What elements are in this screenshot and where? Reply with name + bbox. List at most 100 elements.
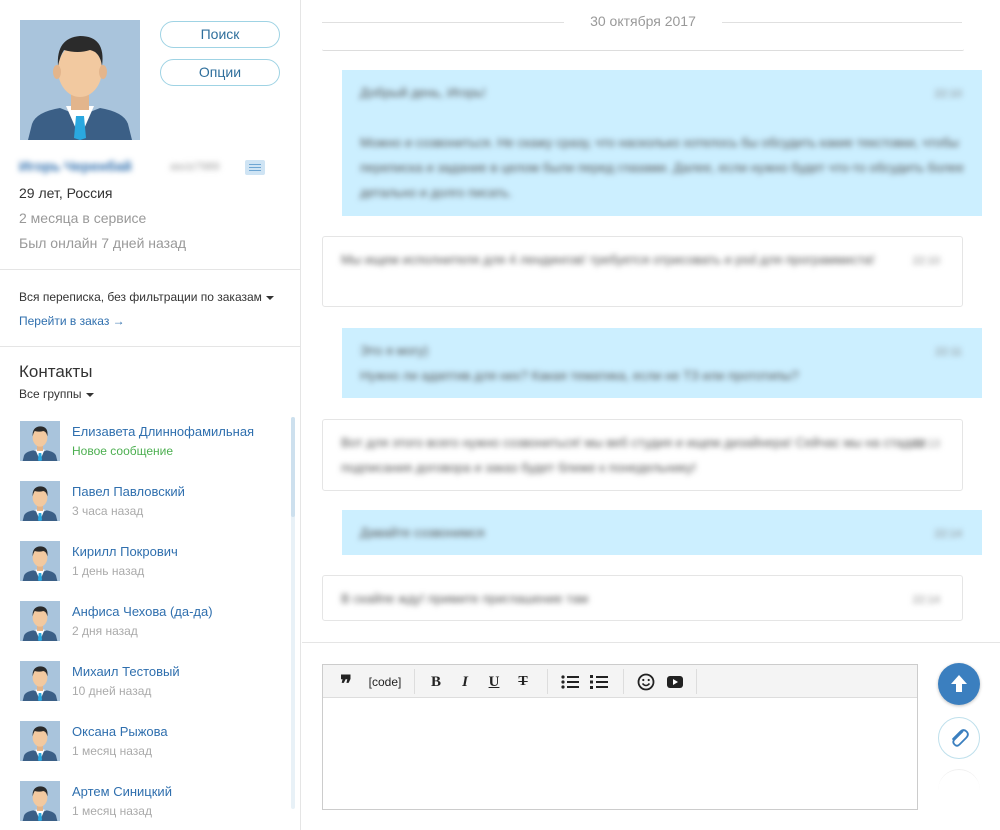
contact-avatar	[20, 601, 60, 641]
scrollbar-thumb[interactable]	[291, 417, 295, 517]
messenger-app: Поиск Опции Игорь Черенбай asciz7989 29 …	[0, 0, 1000, 830]
code-button[interactable]: [code]	[363, 671, 407, 693]
profile-age-country: 29 лет, Россия	[19, 185, 113, 201]
divider-line	[722, 22, 962, 23]
caret-down-icon	[265, 295, 274, 300]
divider-line	[322, 22, 564, 23]
note-icon[interactable]	[245, 160, 265, 175]
contact-item[interactable]: Павел Павловский 3 часа назад	[20, 478, 280, 521]
extra-action-button[interactable]	[938, 769, 980, 811]
avatar	[20, 20, 140, 140]
options-button[interactable]: Опции	[160, 59, 280, 86]
message-outgoing: Это я могу) Нужно ли адаптив для них? Ка…	[342, 328, 982, 398]
contact-status: 2 дня назад	[72, 624, 138, 638]
sidebar: Поиск Опции Игорь Черенбай asciz7989 29 …	[0, 0, 301, 830]
contacts-scrollbar[interactable]	[291, 417, 295, 809]
groups-dropdown[interactable]: Все группы	[19, 387, 94, 401]
contact-status: 1 месяц назад	[72, 804, 152, 818]
italic-button[interactable]: I	[456, 671, 474, 693]
message-editor: ❞ [code] B I U T	[322, 664, 918, 810]
filter-block: Вся переписка, без фильтрации по заказам…	[0, 271, 300, 347]
contact-item[interactable]: Артем Синицкий 1 месяц назад	[20, 778, 280, 821]
smile-icon[interactable]	[636, 671, 656, 693]
message-incoming: Мы ищем исполнителя для 4 лендингов! тре…	[322, 236, 963, 307]
toolbar-divider	[696, 669, 697, 694]
message-time: 22:14	[934, 528, 962, 540]
underline-button[interactable]: U	[485, 671, 503, 693]
contact-name: Артем Синицкий	[72, 784, 172, 799]
toolbar-divider	[414, 669, 415, 694]
bold-button[interactable]: B	[427, 671, 445, 693]
avatar-image	[20, 20, 140, 140]
contact-item[interactable]: Кирилл Покрович 1 день назад	[20, 538, 280, 581]
contact-status: 10 дней назад	[72, 684, 152, 698]
contact-avatar	[20, 481, 60, 521]
contact-name: Павел Павловский	[72, 484, 185, 499]
contact-name: Оксана Рыжова	[72, 724, 168, 739]
message-text: Добрый день, Игорь! Можно и созвониться.…	[360, 85, 964, 200]
message-incoming: В скайпе жду! примите приглашение там 22…	[322, 575, 963, 621]
contacts-list: Елизавета Длиннофамильная Новое сообщени…	[0, 415, 300, 830]
message-text: В скайпе жду! примите приглашение там	[341, 591, 589, 606]
contact-name: Кирилл Покрович	[72, 544, 178, 559]
contact-name: Елизавета Длиннофамильная	[72, 424, 255, 439]
contact-item[interactable]: Анфиса Чехова (да-да) 2 дня назад	[20, 598, 280, 641]
contact-avatar	[20, 721, 60, 761]
contacts-title: Контакты	[19, 362, 93, 381]
contact-status: 1 день назад	[72, 564, 145, 578]
go-to-order-link[interactable]: Перейти в заказ →	[19, 314, 125, 328]
attach-button[interactable]	[938, 717, 980, 759]
message-outgoing: Давайте созвонимся 22:14	[342, 510, 982, 555]
profile-service-time: 2 месяца в сервисе	[19, 210, 147, 226]
caret-down-icon	[85, 392, 94, 397]
contact-avatar	[20, 781, 60, 821]
profile-name[interactable]: Игорь Черенбай	[19, 158, 132, 174]
send-button[interactable]	[938, 663, 980, 705]
search-button[interactable]: Поиск	[160, 21, 280, 48]
message-time: 22:10	[912, 255, 940, 267]
message-text: Это я могу) Нужно ли адаптив для них? Ка…	[360, 343, 799, 383]
message-text: Мы ищем исполнителя для 4 лендингов! тре…	[341, 252, 875, 267]
message-time: 22:10	[934, 88, 962, 100]
editor-toolbar: ❞ [code] B I U T	[323, 665, 917, 698]
contact-name: Михаил Тестовый	[72, 664, 180, 679]
contact-name: Анфиса Чехова (да-да)	[72, 604, 213, 619]
toolbar-divider	[623, 669, 624, 694]
message-input[interactable]	[323, 699, 917, 809]
message-text: Давайте созвонимся	[360, 525, 485, 540]
message-text: Вот для этого всего нужно созвониться! м…	[341, 435, 926, 475]
bullet-list-icon[interactable]	[560, 671, 580, 693]
strikethrough-button[interactable]: T	[514, 671, 532, 693]
contact-avatar	[20, 661, 60, 701]
chat-panel: 30 октября 2017 Добрый день, Игорь! Можн…	[302, 0, 1000, 830]
profile-last-online: Был онлайн 7 дней назад	[19, 235, 187, 251]
date-divider: 30 октября 2017	[322, 13, 962, 33]
numbered-list-icon[interactable]	[589, 671, 609, 693]
message-time: 22:11	[935, 346, 962, 358]
message-time: 22:14	[912, 594, 940, 606]
quote-button[interactable]: ❞	[337, 671, 355, 697]
conversation-filter-dropdown[interactable]: Вся переписка, без фильтрации по заказам	[19, 290, 274, 304]
contact-item[interactable]: Оксана Рыжова 1 месяц назад	[20, 718, 280, 761]
contact-item[interactable]: Елизавета Длиннофамильная Новое сообщени…	[20, 418, 280, 461]
message-time: 22:13	[912, 438, 940, 450]
contact-status: 1 месяц назад	[72, 744, 152, 758]
arrow-up-icon	[951, 675, 967, 692]
groups-label: Все группы	[19, 387, 82, 401]
conversation-filter-label: Вся переписка, без фильтрации по заказам	[19, 290, 262, 304]
contact-status: 3 часа назад	[72, 504, 144, 518]
message-history-edge	[322, 49, 964, 51]
date-label: 30 октября 2017	[590, 13, 696, 29]
profile-user-id: asciz7989	[170, 161, 220, 173]
contact-avatar	[20, 541, 60, 581]
contact-avatar	[20, 421, 60, 461]
message-incoming: Вот для этого всего нужно созвониться! м…	[322, 419, 963, 491]
contact-status: Новое сообщение	[72, 444, 174, 458]
toolbar-divider	[547, 669, 548, 694]
profile-card: Поиск Опции Игорь Черенбай asciz7989 29 …	[0, 0, 300, 270]
contact-item[interactable]: Михаил Тестовый 10 дней назад	[20, 658, 280, 701]
paperclip-icon	[952, 729, 969, 747]
composer-separator	[302, 642, 1000, 643]
message-outgoing: Добрый день, Игорь! Можно и созвониться.…	[342, 70, 982, 216]
video-icon[interactable]	[665, 671, 685, 693]
